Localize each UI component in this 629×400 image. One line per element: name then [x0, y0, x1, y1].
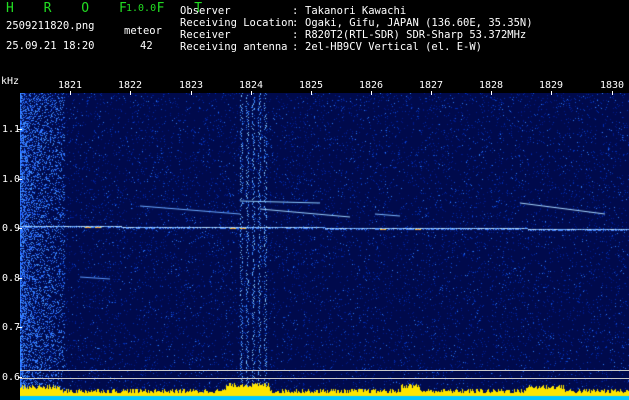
x-tick-label: 1821 — [57, 80, 83, 91]
location-label: Receiving Location — [180, 17, 294, 29]
reference-line — [20, 378, 629, 379]
y-tick-mark — [18, 278, 22, 279]
spectrogram-canvas — [20, 93, 629, 400]
x-tick-mark — [311, 91, 312, 95]
location-value: Ogaki, Gifu, JAPAN (136.60E, 35.35N) — [305, 17, 533, 29]
receiver-colon: : — [292, 29, 299, 41]
antenna-colon: : — [292, 41, 299, 53]
y-tick-mark — [18, 327, 22, 328]
x-tick-mark — [551, 91, 552, 95]
x-tick-label: 1829 — [538, 80, 564, 91]
x-tick-label: 1826 — [358, 80, 384, 91]
meteor-label: meteor — [124, 25, 162, 37]
y-axis-unit: kHz — [1, 76, 20, 87]
x-tick-label: 1822 — [117, 80, 143, 91]
observer-label: Observer — [180, 5, 231, 17]
app-version: 1.0.0 — [126, 3, 157, 14]
x-tick-label: 1825 — [298, 80, 324, 91]
x-tick-mark — [70, 91, 71, 95]
reference-line — [20, 370, 629, 371]
x-tick-mark — [612, 91, 613, 95]
observer-value: Takanori Kawachi — [305, 5, 407, 17]
x-tick-label: 1828 — [478, 80, 504, 91]
y-tick-mark — [18, 129, 22, 130]
datetime: 25.09.21 18:20 — [6, 40, 95, 52]
y-tick-label: 1.1 — [2, 124, 21, 135]
x-tick-label: 1824 — [238, 80, 264, 91]
y-tick-label: 0.9 — [2, 223, 21, 234]
y-tick-mark — [18, 179, 22, 180]
receiver-value: R820T2(RTL-SDR) SDR-Sharp 53.372MHz — [305, 29, 527, 41]
antenna-label: Receiving antenna — [180, 41, 288, 53]
y-tick-label: 0.8 — [2, 273, 21, 284]
meteor-count: 42 — [140, 40, 153, 52]
x-tick-mark — [130, 91, 131, 95]
spectrogram-plot — [20, 93, 629, 400]
x-tick-mark — [371, 91, 372, 95]
x-tick-mark — [431, 91, 432, 95]
y-tick-label: 1.0 — [2, 174, 21, 185]
antenna-value: 2el-HB9CV Vertical (el. E-W) — [305, 41, 483, 53]
x-tick-mark — [251, 91, 252, 95]
y-tick-mark — [18, 377, 22, 378]
header-panel: H R O F F T 1.0.0 2509211820.png 25.09.2… — [0, 0, 629, 76]
x-tick-mark — [191, 91, 192, 95]
location-colon: : — [292, 17, 299, 29]
x-tick-label: 1823 — [178, 80, 204, 91]
y-tick-mark — [18, 228, 22, 229]
x-tick-mark — [491, 91, 492, 95]
y-tick-label: 0.6 — [2, 372, 21, 383]
observer-colon: : — [292, 5, 299, 17]
filename: 2509211820.png — [6, 20, 95, 32]
y-tick-label: 0.7 — [2, 322, 21, 333]
x-tick-label: 1830 — [599, 80, 625, 91]
receiver-label: Receiver — [180, 29, 231, 41]
x-tick-label: 1827 — [418, 80, 444, 91]
